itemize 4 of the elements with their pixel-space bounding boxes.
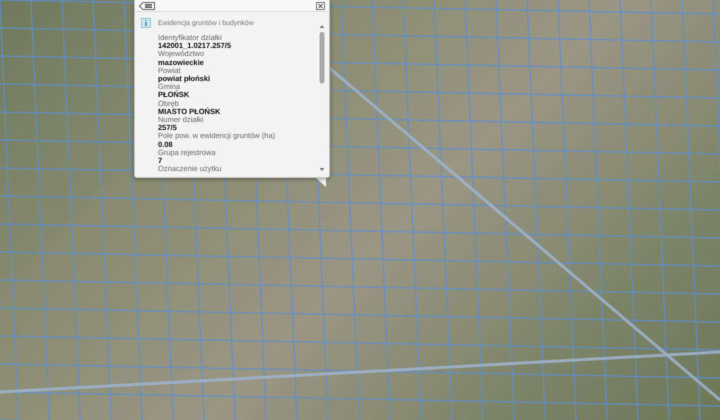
info-icon (141, 18, 151, 28)
scrollbar[interactable] (318, 24, 326, 173)
back-list-icon[interactable] (139, 2, 155, 10)
close-icon[interactable] (316, 2, 325, 10)
